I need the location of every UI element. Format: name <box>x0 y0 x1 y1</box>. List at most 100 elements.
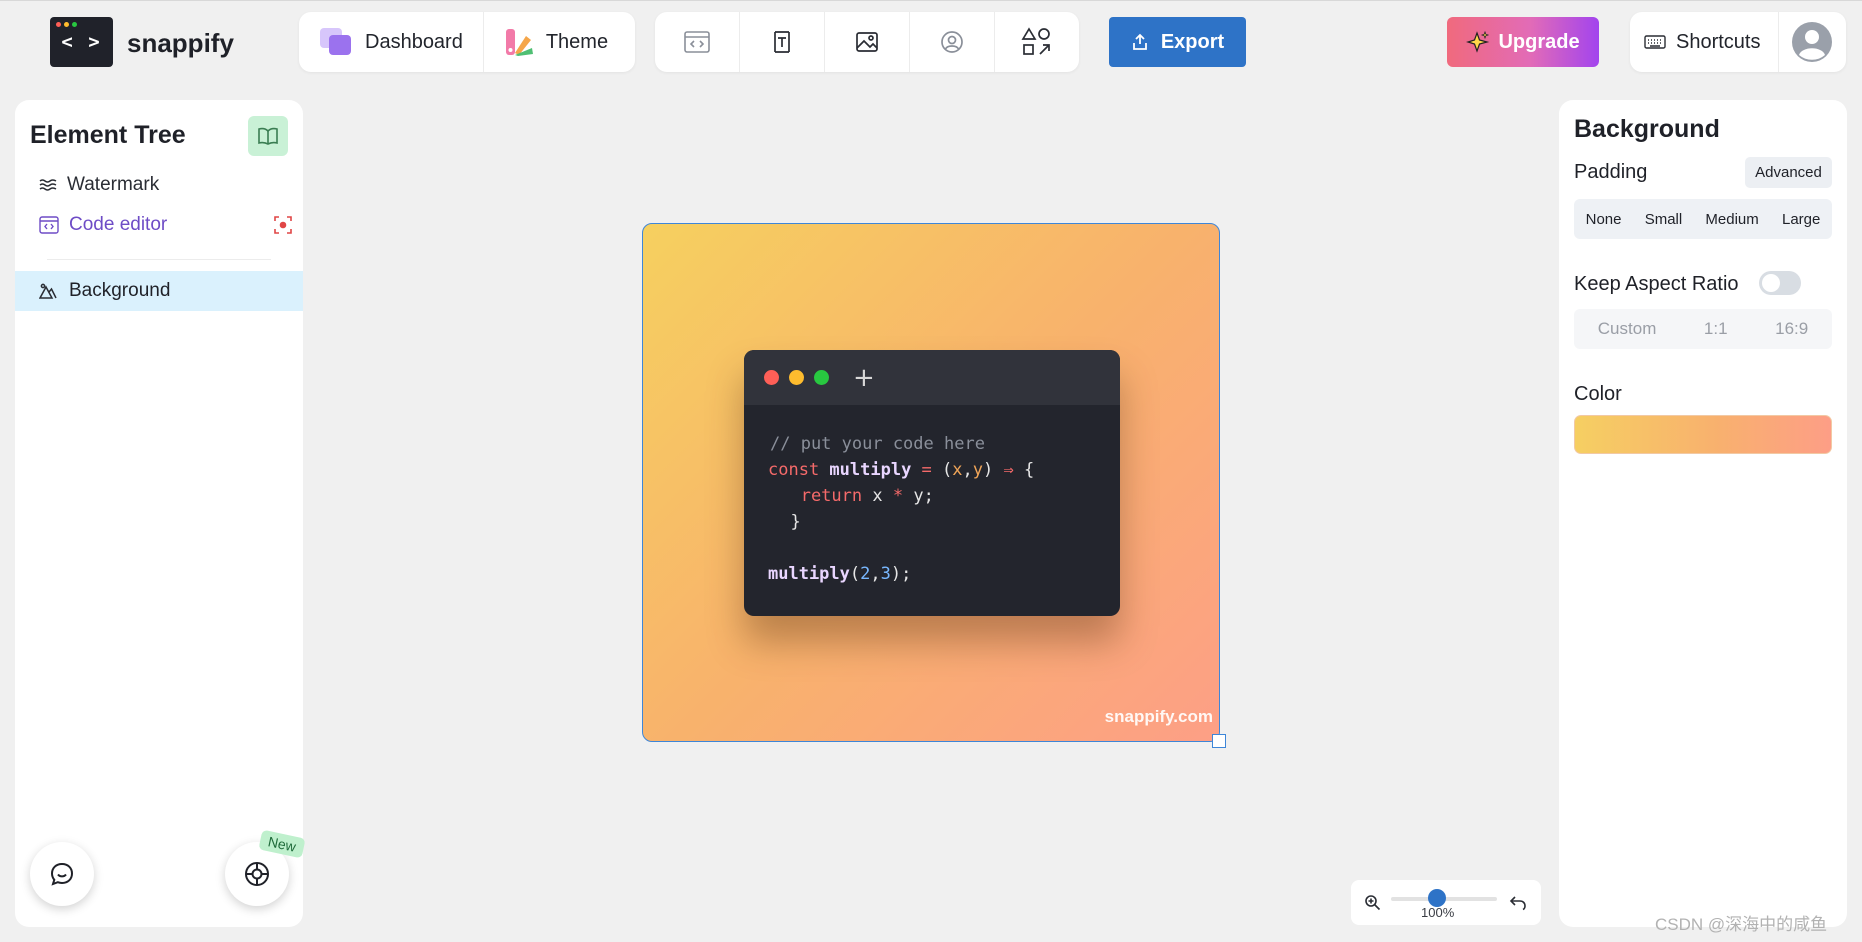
dashboard-label: Dashboard <box>365 30 463 53</box>
code-content[interactable]: // put your code here const multiply = (x… <box>744 405 1120 587</box>
background-panel: Background Padding Advanced None Small M… <box>1559 100 1847 927</box>
background-color-swatch[interactable] <box>1574 415 1832 454</box>
footer-watermark: CSDN @深海中的咸鱼 <box>1655 915 1828 934</box>
code-token: const <box>768 460 830 480</box>
code-token: * <box>892 486 904 506</box>
code-editor-window[interactable]: + // put your code here const multiply = … <box>744 350 1120 616</box>
code-line: } <box>770 509 1120 535</box>
user-avatar[interactable] <box>1779 12 1845 72</box>
shortcuts-label: Shortcuts <box>1676 30 1761 53</box>
code-window-tool[interactable] <box>655 12 739 72</box>
close-dot-icon <box>764 370 779 385</box>
code-line: const multiply = (x,y) ⇒ { <box>768 457 1120 483</box>
mountain-icon <box>39 283 57 299</box>
code-token: // put your code here <box>770 434 985 454</box>
logo-dots <box>56 22 77 27</box>
aspect-ratio-toggle[interactable] <box>1759 271 1801 295</box>
theme-button[interactable]: Theme <box>484 12 628 72</box>
add-tab-icon[interactable]: + <box>853 365 875 391</box>
shapes-tool[interactable] <box>995 12 1079 72</box>
avatar-icon <box>941 31 963 53</box>
code-token: return <box>770 486 873 506</box>
lifebuoy-icon <box>245 862 269 886</box>
shapes-icon <box>1021 27 1050 55</box>
code-window-titlebar: + <box>744 350 1120 405</box>
avatar-tool[interactable] <box>910 12 994 72</box>
padding-option-medium[interactable]: Medium <box>1699 207 1764 232</box>
upgrade-button[interactable]: Upgrade <box>1447 17 1599 67</box>
code-token: } <box>770 512 801 532</box>
undo-icon[interactable] <box>1509 894 1527 911</box>
keyboard-icon <box>1644 35 1666 49</box>
text-icon <box>774 31 790 53</box>
code-token: = <box>911 460 943 480</box>
main-nav: Dashboard Theme <box>299 12 635 72</box>
export-button[interactable]: Export <box>1109 17 1246 67</box>
aspect-option-16-9: 16:9 <box>1775 319 1809 338</box>
app-logo[interactable]: < > <box>50 17 113 67</box>
code-token: ) <box>983 460 1004 480</box>
sparkles-icon <box>1466 30 1490 53</box>
code-window-icon <box>684 31 710 53</box>
code-line: multiply(2,3); <box>768 561 1120 587</box>
code-token: multiply <box>768 564 850 584</box>
aspect-ratio-segmented-control: Custom 1:1 16:9 <box>1574 309 1832 349</box>
dashboard-button[interactable]: Dashboard <box>299 12 483 72</box>
waves-icon <box>39 179 57 191</box>
focus-icon[interactable] <box>274 216 292 234</box>
tree-item-label: Background <box>69 280 171 301</box>
advanced-button[interactable]: Advanced <box>1745 157 1832 188</box>
zoom-in-icon[interactable] <box>1364 894 1381 911</box>
chat-button[interactable] <box>30 842 94 906</box>
element-tree-title: Element Tree <box>30 121 186 149</box>
code-token: ( <box>849 564 861 584</box>
resize-handle[interactable] <box>1212 734 1226 748</box>
code-token: y <box>972 460 984 480</box>
code-token: 3 <box>880 564 891 584</box>
code-token: x <box>952 460 963 480</box>
chat-icon <box>50 862 74 886</box>
padding-segmented-control: None Small Medium Large <box>1574 199 1832 239</box>
text-tool[interactable] <box>740 12 824 72</box>
code-token: ( <box>942 460 953 480</box>
book-icon <box>258 127 278 145</box>
code-token: ); <box>890 564 912 584</box>
image-icon <box>856 32 878 52</box>
tree-item-code-editor[interactable]: Code editor <box>39 210 167 240</box>
minimize-dot-icon <box>789 370 804 385</box>
share-icon <box>1132 33 1147 50</box>
background-panel-title: Background <box>1574 115 1720 143</box>
code-window-icon <box>39 216 59 234</box>
code-token: , <box>870 564 881 584</box>
theme-label: Theme <box>545 30 609 53</box>
account-bar: Shortcuts <box>1630 12 1846 72</box>
snapshot-canvas[interactable]: + // put your code here const multiply = … <box>642 223 1220 742</box>
docs-button[interactable] <box>248 116 288 156</box>
padding-option-large[interactable]: Large <box>1776 207 1826 232</box>
top-border <box>0 0 1862 1</box>
zoom-level-label: 100% <box>1421 905 1455 920</box>
upgrade-label: Upgrade <box>1498 30 1580 53</box>
export-label: Export <box>1160 30 1225 53</box>
insert-toolbar <box>655 12 1079 72</box>
shortcuts-button[interactable]: Shortcuts <box>1630 12 1778 72</box>
image-tool[interactable] <box>825 12 909 72</box>
palette-icon <box>505 29 533 56</box>
tree-divider <box>47 259 271 260</box>
color-label: Color <box>1574 383 1622 405</box>
element-tree-panel: Element Tree Watermark Code editor Backg… <box>15 100 306 927</box>
padding-option-none[interactable]: None <box>1580 207 1628 232</box>
code-token: x <box>872 486 893 506</box>
padding-label: Padding <box>1574 161 1648 183</box>
tree-item-watermark[interactable]: Watermark <box>39 170 159 200</box>
maximize-dot-icon <box>814 370 829 385</box>
logo-glyph: < > <box>61 31 102 53</box>
tree-item-label: Code editor <box>69 214 168 235</box>
padding-option-small[interactable]: Small <box>1639 207 1689 232</box>
code-line: // put your code here <box>770 431 1120 457</box>
code-token: multiply <box>829 460 912 480</box>
tree-item-background[interactable]: Background <box>15 271 303 311</box>
code-token: , <box>962 460 973 480</box>
watermark-text: snappify.com <box>1104 707 1213 726</box>
